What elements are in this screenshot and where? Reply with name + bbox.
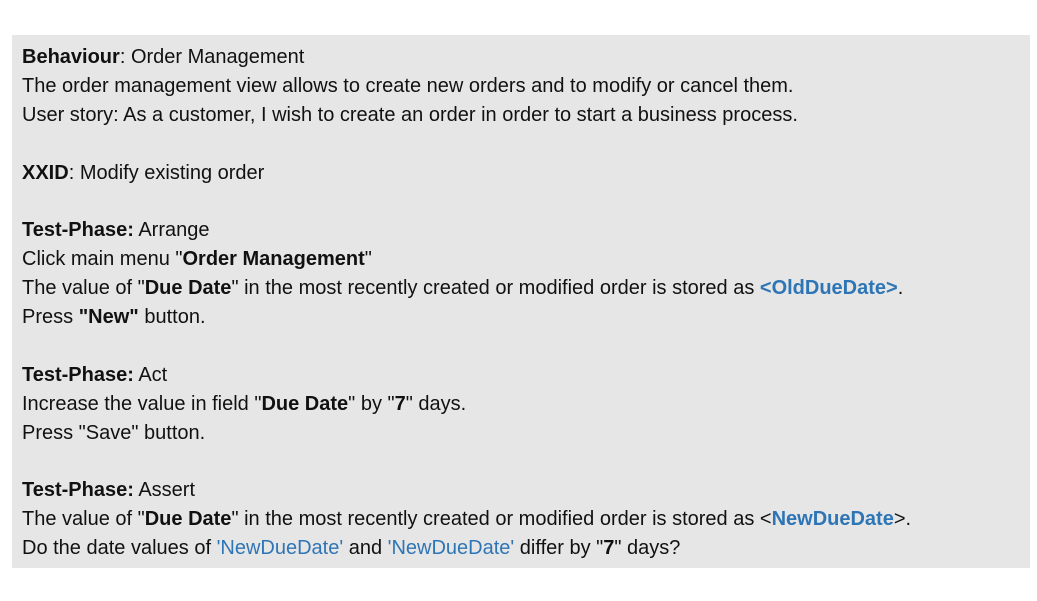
behaviour-value: Order Management — [130, 46, 305, 68]
behaviour-label: Behaviour — [22, 46, 120, 68]
assert-question-step: Do the date values of 'NewDueDate' and '… — [22, 537, 681, 560]
old-due-date-variable: <OldDueDate> — [759, 277, 898, 300]
act-increase-step: Increase the value in field "Due Date" b… — [22, 392, 467, 415]
arrange-press-step: Press "New" button. — [22, 306, 206, 329]
xxid-label: XXID — [22, 161, 69, 184]
xxid-line: XXID: Modify existing order — [22, 161, 265, 184]
act-phase-heading: Test-Phase: Act — [22, 363, 168, 386]
behaviour-line: Behaviour: Order Management — [22, 46, 305, 68]
arrange-store-step: The value of "Due Date" in the most rece… — [22, 277, 904, 300]
new-due-date-variable: NewDueDate — [771, 508, 894, 531]
xxid-value: Modify existing order — [79, 161, 265, 184]
act-save-step: Press "Save" button. — [22, 421, 206, 444]
assert-phase-heading: Test-Phase: Assert — [22, 479, 196, 502]
description-line: The order management view allows to crea… — [22, 74, 794, 97]
arrange-phase-heading: Test-Phase: Arrange — [22, 219, 210, 242]
arrange-click-step: Click main menu "Order Management" — [22, 248, 372, 271]
user-story-line: User story: As a customer, I wish to cre… — [22, 103, 798, 126]
assert-store-step: The value of "Due Date" in the most rece… — [22, 508, 912, 531]
test-case-panel: Behaviour: Order Management The order ma… — [12, 35, 1030, 568]
